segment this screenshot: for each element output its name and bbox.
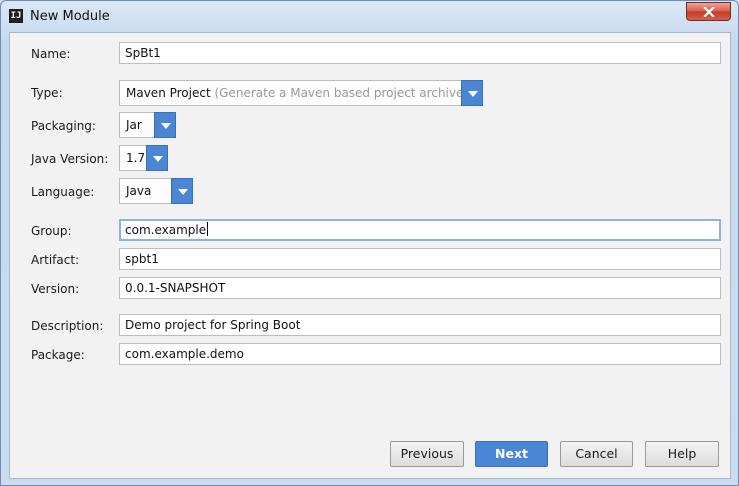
package-field[interactable]: com.example.demo	[119, 343, 721, 365]
group-value: com.example	[125, 223, 207, 237]
chevron-down-icon	[468, 91, 478, 97]
chevron-down-icon	[178, 189, 188, 195]
artifact-label: Artifact:	[31, 253, 80, 267]
close-button[interactable]	[686, 2, 731, 21]
text-caret	[207, 222, 209, 236]
packaging-value: Jar	[126, 118, 142, 132]
title-bar[interactable]: IJ New Module	[1, 1, 738, 33]
version-field[interactable]: 0.0.1-SNAPSHOT	[119, 277, 721, 299]
description-label: Description:	[31, 319, 104, 333]
next-button[interactable]: Next	[475, 441, 548, 467]
previous-button[interactable]: Previous	[390, 441, 464, 467]
java-version-label: Java Version:	[31, 152, 109, 166]
chevron-down-icon	[161, 123, 171, 129]
window-title: New Module	[30, 9, 110, 24]
dialog-content: Name: SpBt1 Type: Maven Project (Generat…	[9, 32, 731, 479]
type-dropdown-arrow[interactable]	[461, 80, 483, 106]
chevron-down-icon	[153, 156, 163, 162]
group-label: Group:	[31, 224, 72, 238]
language-dropdown[interactable]: Java	[119, 178, 193, 204]
packaging-dropdown[interactable]: Jar	[119, 112, 176, 138]
java-version-dropdown-arrow[interactable]	[146, 145, 168, 171]
package-label: Package:	[31, 348, 85, 362]
help-button[interactable]: Help	[645, 441, 719, 467]
type-hint: (Generate a Maven based project archive)	[214, 86, 469, 100]
name-field[interactable]: SpBt1	[119, 42, 721, 64]
version-label: Version:	[31, 282, 80, 296]
intellij-app-icon: IJ	[9, 9, 23, 23]
group-field[interactable]: com.example	[119, 219, 721, 241]
type-value: Maven Project	[126, 86, 211, 100]
type-dropdown[interactable]: Maven Project (Generate a Maven based pr…	[119, 80, 483, 106]
java-version-dropdown[interactable]: 1.7	[119, 145, 168, 171]
type-label: Type:	[31, 86, 63, 100]
name-label: Name:	[31, 47, 71, 61]
cancel-button[interactable]: Cancel	[560, 441, 633, 467]
description-field[interactable]: Demo project for Spring Boot	[119, 314, 721, 336]
java-version-value: 1.7	[126, 151, 146, 165]
packaging-label: Packaging:	[31, 119, 96, 133]
language-label: Language:	[31, 185, 95, 199]
packaging-dropdown-arrow[interactable]	[154, 112, 176, 138]
language-dropdown-arrow[interactable]	[171, 178, 193, 204]
language-value: Java	[126, 184, 152, 198]
close-icon	[703, 7, 715, 17]
artifact-field[interactable]: spbt1	[119, 248, 721, 270]
new-module-dialog: IJ New Module Name: SpBt1 Type: Maven Pr…	[0, 0, 739, 486]
